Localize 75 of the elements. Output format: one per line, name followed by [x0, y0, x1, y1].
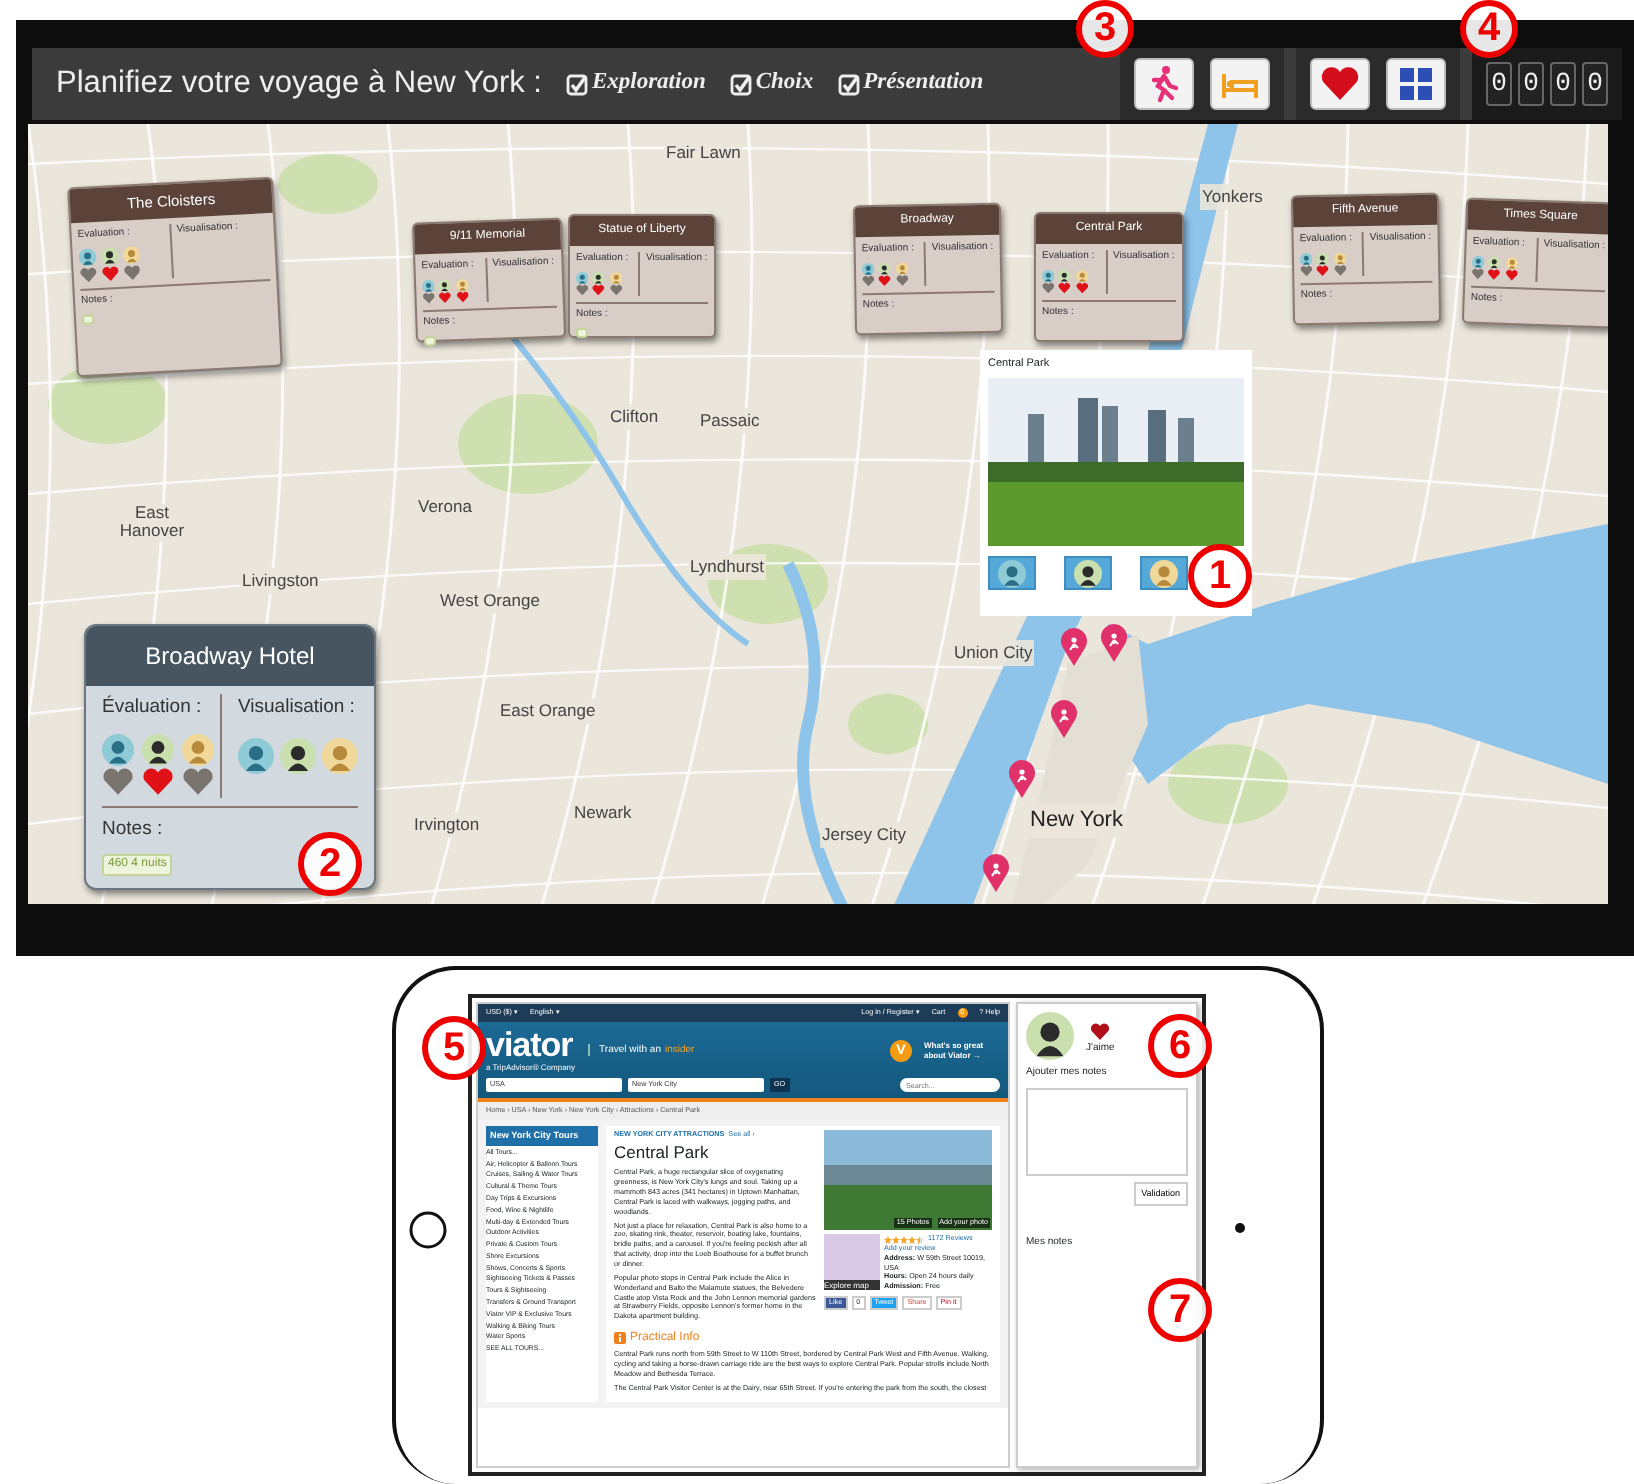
checked-checkbox-icon	[837, 73, 860, 95]
notes-label: Notes :	[102, 816, 163, 845]
avatar-button[interactable]	[1064, 556, 1112, 591]
avatar-icon	[102, 734, 134, 767]
place-label: East Hanover	[116, 504, 188, 542]
callout-number: 4	[1460, 0, 1518, 58]
map-pin-icon	[1008, 760, 1036, 798]
avatar-icon	[1299, 251, 1313, 265]
place-label: West Orange	[438, 588, 542, 614]
grid-icon	[1396, 64, 1436, 104]
avatar-icon	[1488, 255, 1502, 269]
mode-option[interactable]: Exploration	[565, 66, 706, 102]
info-icon	[614, 1332, 626, 1345]
avatar-icon	[1150, 560, 1178, 589]
callout-number: 3	[1076, 0, 1134, 58]
mode-option[interactable]: Choix	[729, 66, 814, 102]
avatar-icon	[861, 261, 875, 275]
counter-digit: 0	[1582, 62, 1608, 106]
place-label: Lyndhurst	[688, 554, 767, 580]
avatar-icon	[878, 261, 892, 275]
favorite-button[interactable]	[1310, 58, 1370, 110]
avatar-icon	[1042, 269, 1055, 282]
place-label: Yonkers	[1200, 184, 1265, 210]
avatar-icon	[455, 277, 469, 291]
map-pin-icon	[1100, 624, 1128, 662]
place-label: New York	[1028, 804, 1125, 837]
map-pin-icon	[1060, 628, 1088, 666]
activity-button[interactable]	[1134, 58, 1194, 110]
site-logo[interactable]: viator	[486, 1027, 576, 1062]
avatar-icon	[142, 734, 174, 767]
checked-checkbox-icon	[729, 73, 752, 95]
avatar-icon	[1505, 255, 1518, 269]
app-title: Planifiez votre voyage à New York :	[56, 64, 542, 105]
avatar-icon	[121, 245, 140, 264]
home-button-icon	[408, 1210, 448, 1250]
callout-number: 5	[422, 1016, 486, 1080]
avatar-icon	[1058, 269, 1072, 282]
counter-digit: 0	[1518, 62, 1544, 106]
map-pin-icon	[1050, 700, 1078, 738]
visualisation-label: Visualisation :	[238, 694, 357, 722]
avatar-icon	[592, 271, 606, 284]
place-label: Passaic	[698, 408, 762, 434]
notes-field[interactable]	[1026, 1087, 1188, 1175]
mode-option[interactable]: Présentation	[837, 66, 984, 102]
avatar-icon	[438, 278, 452, 292]
counter-digit: 0	[1486, 62, 1512, 106]
avatar-icon	[78, 247, 97, 266]
avatar-icon	[182, 734, 214, 767]
place-label: Clifton	[608, 404, 661, 430]
place-label: Union City	[952, 640, 1035, 666]
place-label: East Orange	[498, 698, 598, 724]
card-title: Broadway Hotel	[86, 626, 374, 686]
avatar-icon	[1074, 560, 1102, 589]
avatar-icon	[1333, 251, 1346, 265]
avatar-icon	[1075, 269, 1088, 282]
page-heading: Central Park	[614, 1141, 711, 1165]
avatar-icon	[576, 271, 589, 284]
avatar-icon	[609, 271, 622, 284]
counter-digit: 0	[1550, 62, 1576, 106]
avatar-icon	[1471, 254, 1485, 268]
grid-button[interactable]	[1386, 58, 1446, 110]
avatar-icon	[1026, 1012, 1074, 1060]
avatar-icon	[998, 560, 1026, 589]
place-label: Livingston	[240, 568, 321, 594]
place-label: Irvington	[412, 812, 482, 838]
camera-icon	[1234, 1222, 1246, 1234]
avatar-icon	[99, 246, 119, 265]
heart-icon	[1320, 64, 1360, 104]
avatar-icon	[1316, 251, 1330, 265]
checked-checkbox-icon	[565, 73, 588, 95]
evaluation-label: Évaluation :	[102, 694, 204, 722]
place-label: Jersey City	[820, 822, 909, 848]
avatar-icon	[895, 261, 908, 275]
avatar-icon	[421, 278, 435, 292]
map-pin-icon	[982, 854, 1010, 892]
